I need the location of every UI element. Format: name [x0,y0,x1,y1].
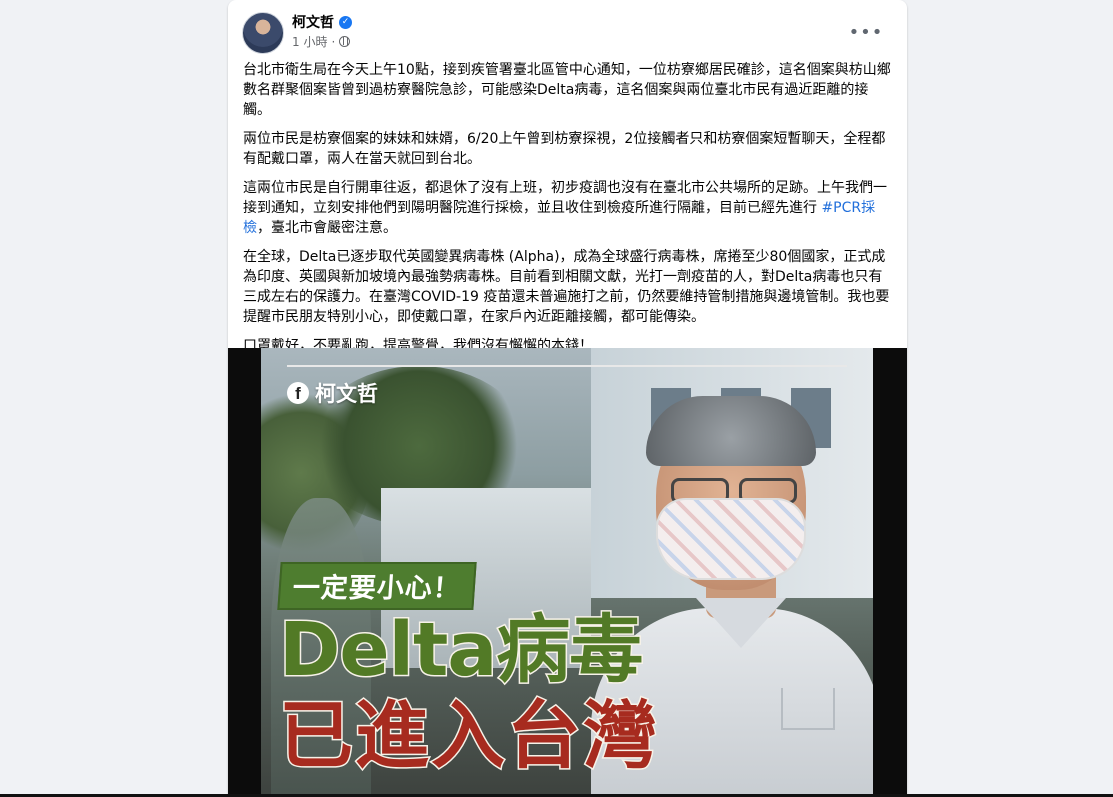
more-options-button[interactable]: ••• [848,18,884,54]
poster-graphic: f 柯文哲 一定要小心！ Delta病毒 已進入台灣 [261,348,873,797]
post-paragraph-2: 兩位市民是枋寮個案的妹妹和妹婿，6/20上午曾到枋寮探視，2位接觸者只和枋寮個案… [243,131,886,167]
paragraph3-text-before: 這兩位市民是自行開車往返，都退休了沒有上班，初步疫調也沒有在臺北市公共場所的足跡… [243,180,887,216]
post-timestamp[interactable]: 1 小時 [292,33,327,50]
meta-separator: · [331,34,336,49]
poster-headline-line2: 已進入台灣 [278,693,659,780]
facebook-post: 柯文哲 ✓ 1 小時 · ••• 台北市衛生局在今天上午10點，接到疾管署臺北區… [228,0,907,797]
facebook-logo-icon: f [287,382,309,404]
person-hair [646,396,816,466]
shirt-pocket [781,688,835,730]
poster-fb-tag: f 柯文哲 [287,378,378,408]
verified-badge-icon: ✓ [339,15,352,29]
author-name[interactable]: 柯文哲 [292,12,334,32]
author-line: 柯文哲 ✓ [292,12,352,32]
author-avatar[interactable] [242,12,284,54]
post-paragraph-4: 在全球，Delta已逐步取代英國變異病毒株 (Alpha)，成為全球盛行病毒株，… [243,249,890,325]
post-image[interactable]: f 柯文哲 一定要小心！ Delta病毒 已進入台灣 [228,348,907,797]
paragraph3-text-after: ，臺北市會嚴密注意。 [257,220,397,236]
post-paragraph-1: 台北市衛生局在今天上午10點，接到疾管署臺北區管中心通知，一位枋寮鄉居民確診，這… [243,62,891,118]
poster-top-line [287,365,847,367]
post-meta: 1 小時 · [292,33,351,50]
person-face-mask [656,498,806,580]
poster-caption: 一定要小心！ [277,562,477,610]
post-paragraph-3: 這兩位市民是自行開車往返，都退休了沒有上班，初步疫調也沒有在臺北市公共場所的足跡… [243,178,891,238]
globe-icon[interactable] [339,36,351,47]
poster-headline-line1: Delta病毒 [277,607,644,693]
poster-fb-name: 柯文哲 [315,382,378,406]
post-body: 台北市衛生局在今天上午10點，接到疾管署臺北區管中心通知，一位枋寮鄉居民確診，這… [243,60,891,365]
post-header: 柯文哲 ✓ 1 小時 · ••• [242,12,892,54]
